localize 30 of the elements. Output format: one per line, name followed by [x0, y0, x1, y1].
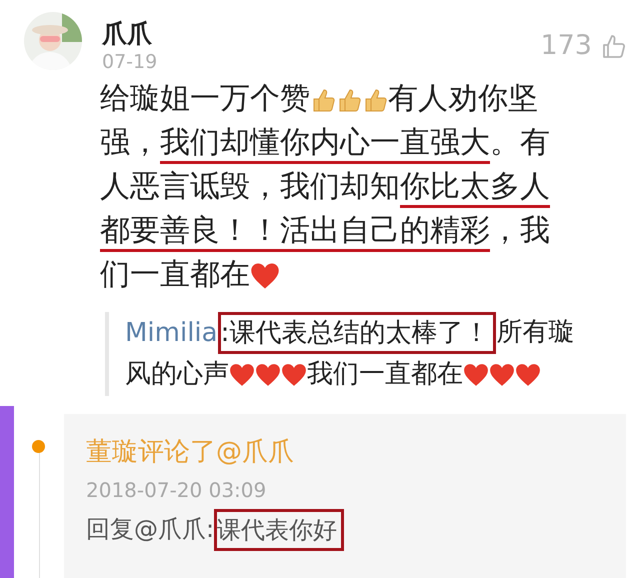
comment-text: 给璇姐一万个赞 [100, 80, 310, 118]
comment-text: 人恶言诋毁，我们却知 [100, 168, 400, 206]
like-count: 173 [540, 30, 592, 61]
comment-text: 所有璇 [496, 316, 574, 348]
author-name[interactable]: 爪爪 [102, 18, 540, 50]
thumbs-up-icon[interactable] [602, 32, 626, 58]
heart-icon [229, 362, 255, 388]
comment-text: 回复@爪爪: [86, 514, 214, 544]
heart-icon [281, 362, 307, 388]
comment-text: 。有 [490, 124, 550, 162]
timeline-dot [32, 440, 45, 453]
comment-text: 我们一直都在 [307, 358, 463, 390]
underlined-text: 你比太多人 [400, 168, 550, 208]
underlined-text: 我们却懂你内心一直强大 [160, 124, 490, 164]
notification-time: 2018-07-20 03:09 [86, 477, 266, 504]
underlined-text: 都要善良！！活出自己的精彩 [100, 212, 490, 252]
heart-icon [250, 261, 280, 291]
comment-text: 风的心声 [125, 358, 229, 390]
comment-date: 07-19 [102, 50, 158, 74]
boxed-text: 课代表你好 [214, 509, 344, 551]
quoted-user[interactable]: Mimilia [125, 318, 218, 348]
heart-icon [463, 362, 489, 388]
comment-text: 有人劝你坚 [388, 80, 538, 118]
heart-icon [515, 362, 541, 388]
comment-text: 们一直都在 [100, 256, 250, 294]
heart-icon [489, 362, 515, 388]
comment-text: 强， [100, 124, 160, 162]
comment-text: ，我 [490, 212, 550, 250]
boxed-text: :课代表总结的太棒了！ [218, 312, 496, 354]
heart-icon [255, 362, 281, 388]
